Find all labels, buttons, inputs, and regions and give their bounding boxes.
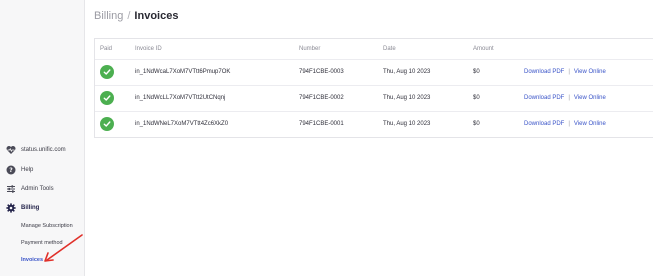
annotation-arrow-icon — [44, 234, 83, 262]
